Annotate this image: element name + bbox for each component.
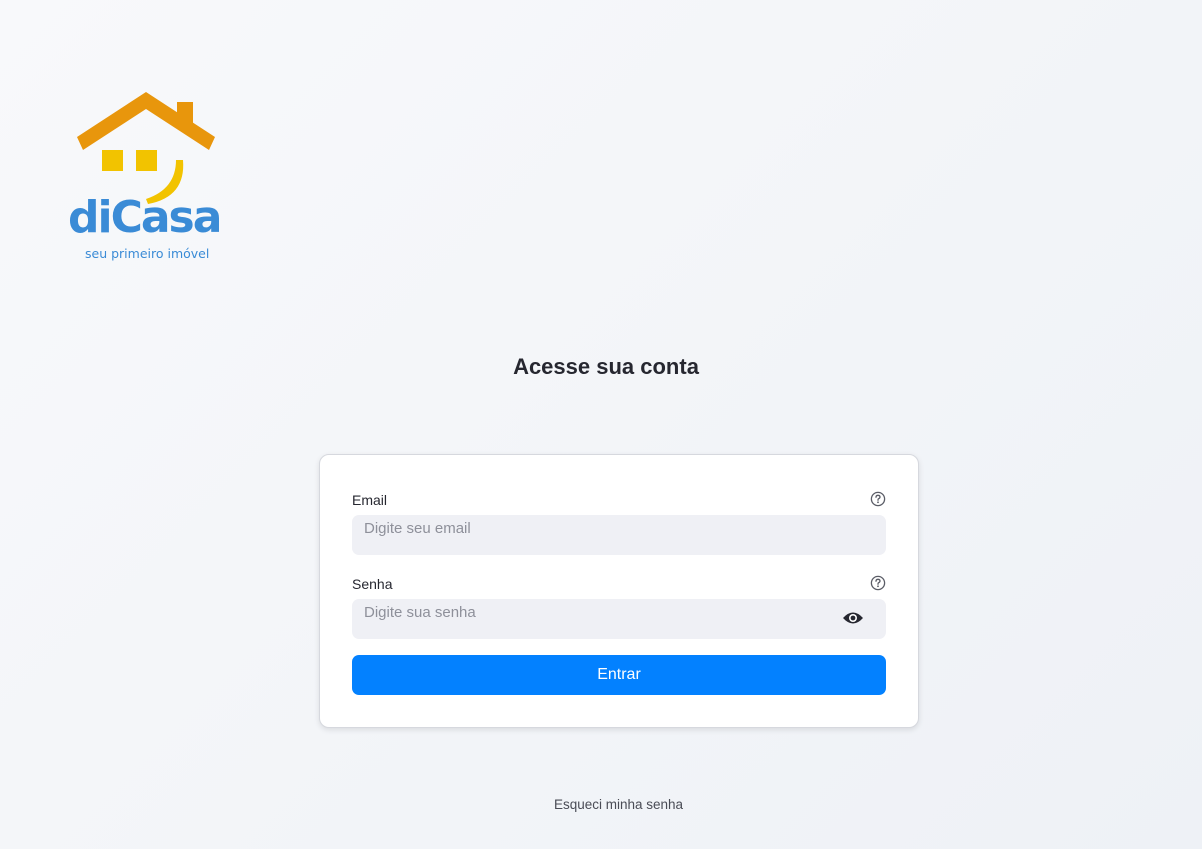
forgot-password-link[interactable]: Esqueci minha senha (0, 797, 1202, 813)
submit-button[interactable]: Entrar (352, 655, 886, 695)
email-label: Email (352, 492, 388, 508)
password-label: Senha (352, 576, 393, 592)
question-circle-icon[interactable] (870, 491, 886, 507)
logo-wordmark: diCasa (68, 192, 222, 243)
eye-icon[interactable] (842, 610, 864, 626)
email-input[interactable] (352, 515, 886, 555)
dicasa-logo: diCasa seu primeiro imóvel (66, 90, 226, 265)
login-form-card: Email Senha Entrar (319, 454, 919, 728)
login-page: diCasa seu primeiro imóvel Acesse sua co… (0, 0, 1202, 849)
logo-tagline: seu primeiro imóvel (85, 246, 210, 261)
question-circle-icon[interactable] (870, 575, 886, 591)
page-title: Acesse sua conta (513, 354, 699, 379)
password-input[interactable] (352, 599, 886, 639)
